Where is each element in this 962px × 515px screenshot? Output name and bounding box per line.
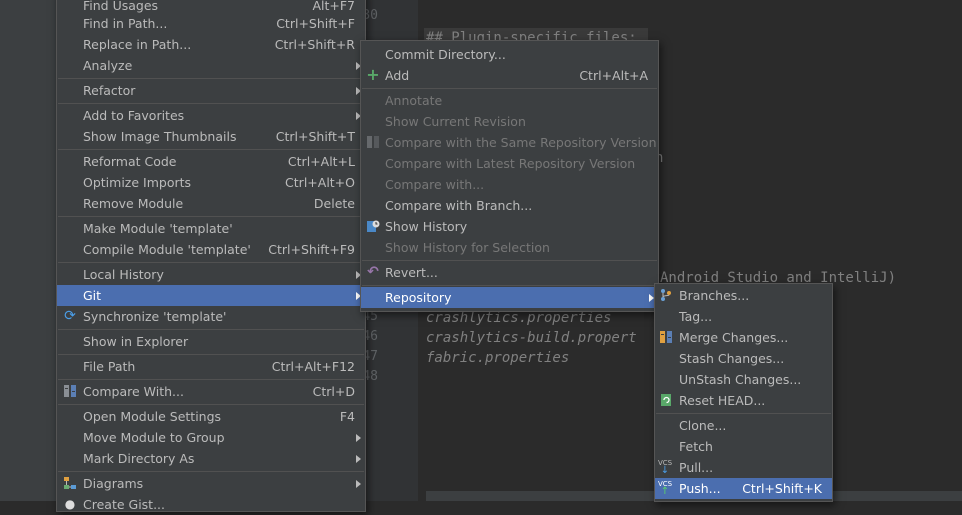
menu-item-remove-module[interactable]: Remove Module Delete (57, 193, 365, 214)
menu-item-reset-head[interactable]: Reset HEAD... (655, 390, 832, 411)
menu-separator (58, 149, 364, 150)
compare-icon (63, 384, 77, 398)
menu-item-pull[interactable]: VCS ↓ Pull... (655, 457, 832, 478)
merge-icon (659, 330, 673, 344)
menu-separator (58, 78, 364, 79)
project-context-menu: Find Usages Alt+F7 Find in Path... Ctrl+… (56, 0, 366, 512)
menu-item-add-to-favorites[interactable]: Add to Favorites (57, 105, 365, 126)
code-line: crashlytics-build.propert (426, 330, 637, 346)
menu-item-show-history-for-selection[interactable]: Show History for Selection (361, 237, 658, 258)
menu-item-diagrams[interactable]: Diagrams (57, 473, 365, 494)
menu-separator (58, 329, 364, 330)
menu-item-add[interactable]: + Add Ctrl+Alt+A (361, 65, 658, 86)
reset-icon (659, 393, 673, 407)
menu-item-mark-directory-as[interactable]: Mark Directory As (57, 448, 365, 469)
menu-item-make-module[interactable]: Make Module 'template' (57, 218, 365, 239)
menu-item-find-in-path[interactable]: Find in Path... Ctrl+Shift+F (57, 13, 365, 34)
menu-item-git[interactable]: Git (57, 285, 365, 306)
submenu-arrow-icon (356, 434, 361, 442)
menu-item-tag[interactable]: Tag... (655, 306, 832, 327)
menu-item-commit-directory[interactable]: Commit Directory... (361, 44, 658, 65)
menu-item-repository[interactable]: Repository (361, 287, 658, 308)
menu-item-compare-with-branch[interactable]: Compare with Branch... (361, 195, 658, 216)
menu-item-create-gist[interactable]: ● Create Gist... (57, 494, 365, 515)
history-icon (366, 219, 380, 233)
menu-separator (656, 413, 831, 414)
plus-icon: + (366, 65, 380, 84)
menu-item-replace-in-path[interactable]: Replace in Path... Ctrl+Shift+R (57, 34, 365, 55)
menu-item-synchronize[interactable]: ⟳ Synchronize 'template' (57, 306, 365, 327)
submenu-arrow-icon (356, 455, 361, 463)
menu-item-compare-with[interactable]: Compare With... Ctrl+D (57, 381, 365, 402)
menu-item-refactor[interactable]: Refactor (57, 80, 365, 101)
compare-icon (366, 135, 380, 149)
menu-item-compare-same-repo-version[interactable]: Compare with the Same Repository Version (361, 132, 658, 153)
git-submenu: Commit Directory... + Add Ctrl+Alt+A Ann… (360, 40, 659, 312)
code-line: fabric.properties (426, 350, 570, 366)
menu-separator (58, 404, 364, 405)
vcs-push-icon: VCS ↑ (658, 480, 673, 497)
menu-separator (362, 260, 657, 261)
menu-item-fetch[interactable]: Fetch (655, 436, 832, 457)
menu-separator (362, 88, 657, 89)
menu-item-optimize-imports[interactable]: Optimize Imports Ctrl+Alt+O (57, 172, 365, 193)
branch-icon (659, 288, 673, 302)
menu-item-merge-changes[interactable]: Merge Changes... (655, 327, 832, 348)
submenu-arrow-icon (356, 480, 361, 488)
sync-icon: ⟳ (64, 308, 76, 324)
menu-item-reformat-code[interactable]: Reformat Code Ctrl+Alt+L (57, 151, 365, 172)
diagram-icon (63, 476, 77, 490)
menu-item-compare-latest-repo-version[interactable]: Compare with Latest Repository Version (361, 153, 658, 174)
github-icon: ● (64, 497, 76, 511)
menu-item-show-current-revision[interactable]: Show Current Revision (361, 111, 658, 132)
menu-item-clone[interactable]: Clone... (655, 415, 832, 436)
menu-item-file-path[interactable]: File Path Ctrl+Alt+F12 (57, 356, 365, 377)
menu-separator (58, 379, 364, 380)
menu-item-compare-with[interactable]: Compare with... (361, 174, 658, 195)
menu-item-revert[interactable]: ↶ Revert... (361, 262, 658, 283)
menu-separator (58, 262, 364, 263)
menu-item-compile-module[interactable]: Compile Module 'template' Ctrl+Shift+F9 (57, 239, 365, 260)
menu-item-show-image-thumbnails[interactable]: Show Image Thumbnails Ctrl+Shift+T (57, 126, 365, 147)
tool-window-strip (0, 0, 57, 501)
menu-separator (362, 285, 657, 286)
revert-icon: ↶ (367, 264, 379, 280)
repository-submenu: Branches... Tag... Merge Changes... Stas… (654, 283, 833, 502)
menu-item-local-history[interactable]: Local History (57, 264, 365, 285)
menu-item-show-history[interactable]: Show History (361, 216, 658, 237)
menu-separator (58, 354, 364, 355)
menu-item-open-module-settings[interactable]: Open Module Settings F4 (57, 406, 365, 427)
menu-item-show-in-explorer[interactable]: Show in Explorer (57, 331, 365, 352)
menu-item-unstash-changes[interactable]: UnStash Changes... (655, 369, 832, 390)
menu-separator (58, 471, 364, 472)
menu-item-analyze[interactable]: Analyze (57, 55, 365, 76)
menu-item-stash-changes[interactable]: Stash Changes... (655, 348, 832, 369)
menu-item-push[interactable]: VCS ↑ Push... Ctrl+Shift+K (655, 478, 832, 499)
menu-item-move-module-to-group[interactable]: Move Module to Group (57, 427, 365, 448)
menu-separator (58, 103, 364, 104)
menu-separator (58, 216, 364, 217)
vcs-pull-icon: VCS ↓ (658, 459, 673, 476)
menu-item-branches[interactable]: Branches... (655, 285, 832, 306)
menu-item-annotate[interactable]: Annotate (361, 90, 658, 111)
